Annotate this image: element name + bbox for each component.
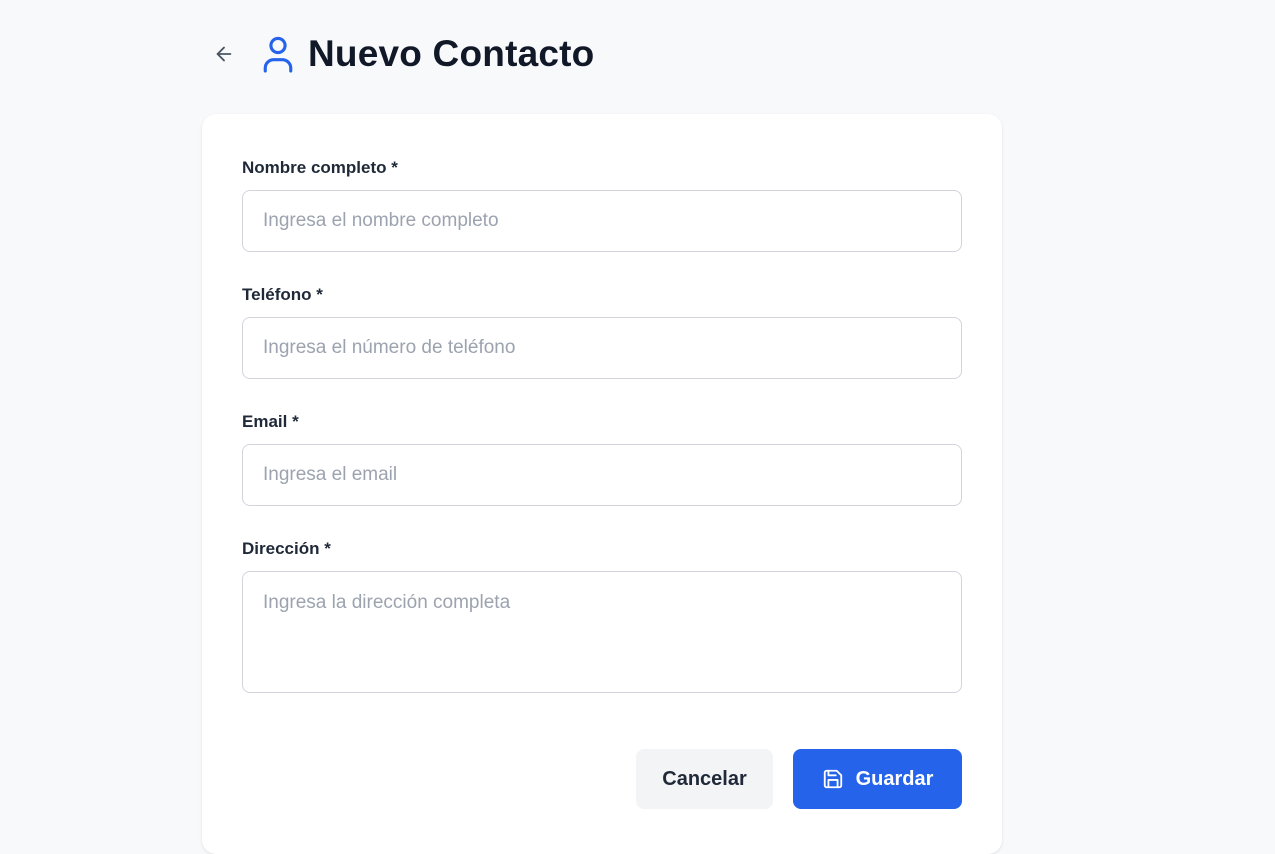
back-button[interactable] (202, 32, 246, 76)
email-label: Email * (242, 412, 299, 431)
save-button-label: Guardar (855, 767, 934, 790)
full-name-label: Nombre completo * (242, 158, 398, 177)
contact-form-card: Nombre completo * Teléfono * Email * Dir… (202, 114, 1002, 854)
address-label: Dirección * (242, 539, 331, 558)
user-icon (260, 34, 296, 74)
email-field: Email * (242, 410, 962, 506)
address-field: Dirección * (242, 537, 962, 698)
phone-input[interactable] (242, 317, 962, 379)
phone-label: Teléfono * (242, 285, 323, 304)
full-name-input[interactable] (242, 190, 962, 252)
save-button[interactable]: Guardar (793, 749, 962, 809)
full-name-field: Nombre completo * (242, 156, 962, 252)
phone-field: Teléfono * (242, 283, 962, 379)
page-title: Nuevo Contacto (308, 33, 595, 74)
save-icon (822, 768, 844, 790)
cancel-button-label: Cancelar (662, 767, 747, 790)
arrow-left-icon (216, 46, 232, 62)
email-input[interactable] (242, 444, 962, 506)
page-header: Nuevo Contacto (202, 28, 594, 80)
address-textarea[interactable] (242, 571, 962, 693)
cancel-button[interactable]: Cancelar (636, 749, 773, 809)
